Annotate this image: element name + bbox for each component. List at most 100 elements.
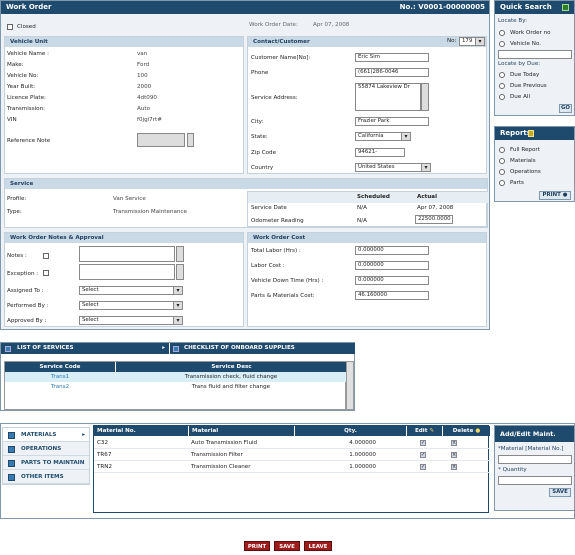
cost-row-label: Labor Cost : <box>251 263 285 269</box>
contact-no-label: No: <box>447 38 457 44</box>
exception-scroll[interactable] <box>176 264 184 280</box>
edit-icon[interactable]: ✓ <box>420 440 426 446</box>
vehicle-row-value: 2000 <box>137 84 152 90</box>
tab-list-of-services-label: LIST OF SERVICES <box>17 345 74 351</box>
vehicle-row-label: Year Built: <box>7 84 36 90</box>
cost-row-input[interactable]: 0.000000 <box>355 246 429 255</box>
work-order-radio[interactable] <box>499 30 505 36</box>
services-scrollbar[interactable] <box>346 361 354 410</box>
reports-title: Reports <box>500 129 531 137</box>
type-value: Transmission Maintenance <box>113 209 187 215</box>
side-nav-label: OTHER ITEMS <box>21 474 64 480</box>
report-option-label: Full Report <box>510 147 540 153</box>
address-scrollbar[interactable] <box>421 83 429 111</box>
due-previous-radio[interactable] <box>499 83 505 89</box>
material-name: Transmission Filter <box>191 452 243 458</box>
work-order-panel: Work Order No.: V0001-00000005 Closed Wo… <box>0 0 490 330</box>
odometer-actual-input[interactable]: 22500.0000 <box>415 215 453 224</box>
checklist-icon <box>173 346 179 352</box>
cost-row-input[interactable]: 46.160000 <box>355 291 429 300</box>
notes-input[interactable] <box>79 246 175 262</box>
delete-icon[interactable]: × <box>451 440 457 446</box>
report-option-radio[interactable] <box>499 169 505 175</box>
side-nav-item[interactable]: OPERATIONS <box>3 442 89 456</box>
quick-search-panel: Quick Search Locate By: Work Order no Ve… <box>494 0 575 116</box>
materials-rows: C32 Auto Transmission Fluid 4.000000 ✓ × TR67… <box>94 437 490 473</box>
cost-row-input[interactable]: 0.000000 <box>355 276 429 285</box>
performed-by-select[interactable]: Select <box>79 301 183 310</box>
customer-name-label: Customer Name[No]: <box>251 55 311 61</box>
side-nav: MATERIALS ▸ OPERATIONS PARTS TO MAINTAIN OTH… <box>2 427 90 485</box>
notes-title: Work Order Notes & Approval <box>5 233 243 243</box>
side-nav-icon <box>8 432 15 439</box>
approved-by-select[interactable]: Select <box>79 316 183 325</box>
exception-checkbox[interactable] <box>43 270 49 276</box>
notes-checkbox[interactable] <box>43 253 49 259</box>
delete-header: Delete ● <box>442 426 490 436</box>
cost-row-label: Vehicle Down Time (Hrs) : <box>251 278 324 284</box>
service-code[interactable]: Trans1 <box>5 372 115 382</box>
report-option-radio[interactable] <box>499 180 505 186</box>
add-edit-panel: Add/Edit Maint. *Material [Material No.]… <box>494 425 575 511</box>
delete-icon[interactable]: × <box>451 464 457 470</box>
material-qty: 4.000000 <box>349 440 376 446</box>
reference-note-scroll[interactable] <box>187 133 194 147</box>
city-input[interactable]: Frazier Park <box>355 117 429 126</box>
phone-input[interactable]: (661)286-0046 <box>355 68 429 77</box>
service-row[interactable]: Trans1 Transmission check, fluid change <box>5 372 347 382</box>
report-option-radio[interactable] <box>499 147 505 153</box>
report-option-radio[interactable] <box>499 158 505 164</box>
report-option[interactable]: Materials <box>498 156 572 167</box>
profile-value: Van Service <box>113 196 146 202</box>
zip-input[interactable]: 94621- <box>355 148 405 157</box>
reports-print-button[interactable]: PRINT ● <box>539 191 571 200</box>
cost-row: Vehicle Down Time (Hrs) : 0.000000 <box>251 275 485 290</box>
contact-no-select[interactable]: 179 <box>459 37 485 46</box>
vehicle-radio[interactable] <box>499 41 505 47</box>
notes-scroll[interactable] <box>176 246 184 262</box>
report-option-label: Parts <box>510 180 524 186</box>
assigned-to-select[interactable]: Select <box>79 286 183 295</box>
service-address-input[interactable]: 55874 Lakeview Dr <box>355 83 421 111</box>
service-row[interactable]: Trans2 Trans fluid and filter change <box>5 382 347 392</box>
save-material-button[interactable]: SAVE <box>549 488 571 497</box>
delete-icon[interactable]: × <box>451 452 457 458</box>
reference-note-input[interactable] <box>137 133 185 147</box>
save-button[interactable]: SAVE <box>274 541 300 551</box>
side-nav-item[interactable]: PARTS TO MAINTAIN <box>3 456 89 470</box>
delete-header-label: Delete <box>452 428 474 434</box>
side-nav-item[interactable]: OTHER ITEMS <box>3 470 89 484</box>
tab-list-of-services[interactable]: LIST OF SERVICES ▸ <box>1 343 169 354</box>
vehicle-row: Vehicle Name : van <box>7 49 237 60</box>
quick-search-header: Quick Search <box>495 1 574 14</box>
due-today-radio[interactable] <box>499 72 505 78</box>
edit-icon[interactable]: ✓ <box>420 464 426 470</box>
service-code[interactable]: Trans2 <box>5 382 115 392</box>
due-all-radio[interactable] <box>499 94 505 100</box>
tab-checklist[interactable]: CHECKLIST OF ONBOARD SUPPLIES <box>170 343 355 354</box>
material-field-label: *Material [Material No.] <box>498 446 564 452</box>
cost-row-input[interactable]: 0.000000 <box>355 261 429 270</box>
material-field-input[interactable] <box>498 455 572 464</box>
closed-checkbox[interactable] <box>7 24 13 30</box>
customer-name-input[interactable]: Eric Sim <box>355 53 429 62</box>
reports-print-label: PRINT <box>542 192 561 198</box>
quick-search-input[interactable] <box>498 50 572 59</box>
print-button[interactable]: PRINT <box>244 541 270 551</box>
leave-button[interactable]: LEAVE <box>304 541 332 551</box>
report-option[interactable]: Parts <box>498 178 572 189</box>
report-option[interactable]: Operations <box>498 167 572 178</box>
country-select[interactable]: United States <box>355 163 431 172</box>
country-label: Country <box>251 165 274 171</box>
odometer-scheduled: N/A <box>357 218 367 224</box>
report-option[interactable]: Full Report <box>498 145 572 156</box>
exception-input[interactable] <box>79 264 175 280</box>
go-button[interactable]: GO <box>559 104 572 113</box>
quantity-field-input[interactable] <box>498 476 572 485</box>
material-row: C32 Auto Transmission Fluid 4.000000 ✓ × <box>94 437 490 449</box>
side-nav-item[interactable]: MATERIALS ▸ <box>3 428 89 442</box>
state-select[interactable]: California <box>355 132 411 141</box>
cost-rows: Total Labor (Hrs) : 0.000000 Labor Cost : 0… <box>251 245 485 305</box>
edit-icon[interactable]: ✓ <box>420 452 426 458</box>
approved-by-label: Approved By : <box>7 318 47 324</box>
